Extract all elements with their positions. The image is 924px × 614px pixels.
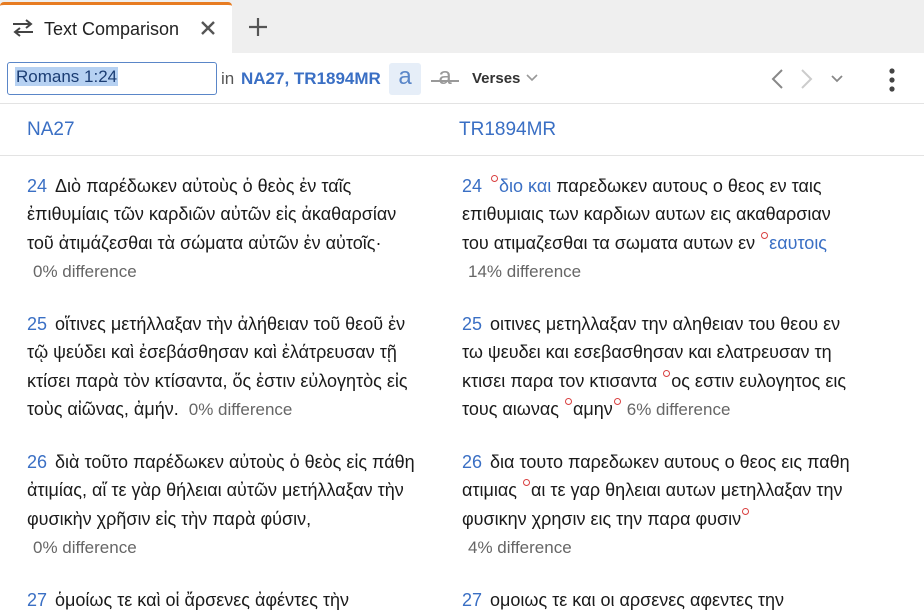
change-marker[interactable] (613, 397, 621, 405)
verse-text: φυσικὴν χρῆσιν εἰς τὴν παρὰ φύσιν, (27, 508, 312, 529)
verse-number[interactable]: 25 (462, 314, 482, 334)
verse-text: ὁμοίως τε καὶ οἱ ἄρσενες ἀφέντες τὴν (55, 590, 349, 610)
close-icon[interactable] (199, 19, 217, 37)
change-marker[interactable] (742, 507, 750, 515)
reference-value: Romans 1:24 (15, 67, 119, 86)
verse-text: ατιμιας (462, 480, 517, 501)
changed-text[interactable]: εαυτοις (769, 233, 827, 253)
change-marker[interactable] (564, 397, 572, 405)
verse-number[interactable]: 24 (27, 176, 47, 196)
reference-input[interactable]: Romans 1:24 (7, 62, 217, 95)
verse-text: τῷ ψεύδει καὶ ἐσεβάσθησαν καὶ ἐλάτρευσαν… (27, 342, 397, 363)
plus-icon[interactable] (247, 16, 269, 38)
verse-number[interactable]: 27 (462, 590, 482, 610)
difference-label: 14% difference (468, 261, 582, 281)
verse-text: παρεδωκεν αυτους ο θεος εν ταις (556, 176, 822, 196)
chevron-right-icon[interactable] (800, 68, 814, 90)
verse-text: διὰ τοῦτο παρέδωκεν αὐτοὺς ὁ θεὸς εἰς πά… (55, 452, 415, 472)
changed-text[interactable]: διο και (499, 176, 551, 196)
verses-dropdown[interactable]: Verses (472, 70, 520, 87)
chevron-left-icon[interactable] (770, 68, 784, 90)
verse-number[interactable]: 26 (462, 452, 482, 472)
right-verse-25: 25 οιτινες μετηλλαξαν την αληθειαν του θε… (462, 310, 846, 424)
right-verse-24: 24 διο και παρεδωκεν αυτους ο θεος εν ται… (462, 172, 831, 286)
tab-title: Text Comparison (44, 19, 180, 39)
right-verse-26: 26 δια τουτο παρεδωκεν αυτους ο θεος εις … (462, 448, 850, 562)
verse-text: οἵτινες μετήλλαξαν τὴν ἀλήθειαν τοῦ θεοῦ… (55, 314, 406, 334)
column-header-na27[interactable]: NA27 (27, 119, 75, 141)
verse-number[interactable]: 24 (462, 176, 482, 196)
verse-number[interactable]: 27 (27, 590, 47, 610)
verse-text: τοῦ ἀτιμάζεσθαι τὰ σώματα αὐτῶν ἐν αὐτοῖ… (27, 232, 382, 253)
left-verse-24: 24 Διὸ παρέδωκεν αὐτοὺς ὁ θεὸς ἐν ταῖς ἐπ… (27, 172, 396, 286)
strikethrough-toggle-button[interactable]: a (429, 63, 461, 95)
left-verse-25: 25 οἵτινες μετήλλαξαν τὴν ἀλήθειαν τοῦ θε… (27, 310, 408, 424)
difference-label: 0% difference (33, 261, 137, 281)
verse-text: αμην (572, 398, 613, 419)
verse-text: δια τουτο παρεδωκεν αυτους ο θεος εις πα… (490, 452, 850, 472)
change-marker[interactable] (663, 369, 671, 377)
column-header-tr1894mr[interactable]: TR1894MR (459, 119, 556, 141)
verse-number[interactable]: 25 (27, 314, 47, 334)
versions-selector[interactable]: NA27, TR1894MR (241, 69, 381, 89)
toolbar: Romans 1:24 in NA27, TR1894MR a a Verses (0, 53, 924, 104)
verse-text: ἐπιθυμίαις τῶν καρδιῶν αὐτῶν εἰς ἀκαθαρσ… (27, 204, 397, 225)
difference-label: 6% difference (626, 399, 731, 419)
difference-label: 4% difference (468, 537, 572, 557)
verse-text: οιτινες μετηλλαξαν την αληθειαν του θεου… (490, 314, 841, 334)
verse-text: κτίσει παρὰ τὸν κτίσαντα, ὅς ἐστιν εὐλογ… (27, 370, 408, 391)
change-marker[interactable] (491, 175, 499, 182)
verse-text: τω ψευδει και εσεβασθησαν και ελατρευσαν… (462, 342, 832, 363)
verse-text: αι τε γαρ θηλειαι αυτων μετηλλαξαν την (530, 480, 843, 501)
verse-text: φυσικην χρησιν εις την παρα φυσιν (462, 508, 742, 529)
in-label: in (221, 69, 235, 88)
verse-text: τοὺς αἰῶνας, ἀμήν. (27, 398, 179, 419)
verse-text: επιθυμιαις των καρδιων αυτων εις ακαθαρσ… (462, 204, 831, 225)
change-marker[interactable] (761, 231, 769, 239)
verse-text: κτισει παρα τον κτισαντα (462, 370, 658, 391)
more-vertical-icon[interactable] (882, 67, 902, 93)
chevron-down-icon[interactable] (830, 73, 844, 85)
change-marker[interactable] (522, 479, 530, 487)
swap-arrows-icon (13, 19, 33, 37)
verse-text: του ατιμαζεσθαι τα σωματα αυτων εν (462, 232, 756, 253)
column-header-row: NA27 TR1894MR (0, 104, 924, 156)
verse-text: Διὸ παρέδωκεν αὐτοὺς ὁ θεὸς ἐν ταῖς (55, 176, 352, 196)
tab-text-comparison[interactable]: Text Comparison (0, 2, 232, 53)
tab-bar: Text Comparison (0, 0, 924, 53)
verse-text: ἀτιμίας, αἵ τε γὰρ θήλειαι αὐτῶν μετήλλα… (27, 480, 404, 501)
verse-text: ος εστιν ευλογητος εις (671, 370, 847, 391)
right-verse-27: 27 ομοιως τε και οι αρσενες αφεντες την (462, 586, 784, 614)
verse-text: τους αιωνας (462, 398, 559, 419)
difference-label: 0% difference (188, 399, 293, 419)
left-verse-26: 26 διὰ τοῦτο παρέδωκεν αὐτοὺς ὁ θεὸς εἰς … (27, 448, 415, 562)
verse-text: ομοιως τε και οι αρσενες αφεντες την (490, 590, 784, 610)
difference-label: 0% difference (33, 537, 137, 557)
left-verse-27: 27 ὁμοίως τε καὶ οἱ ἄρσενες ἀφέντες τὴν (27, 586, 349, 614)
case-toggle-button[interactable]: a (389, 63, 421, 95)
chevron-down-icon[interactable] (526, 72, 538, 84)
verse-number[interactable]: 26 (27, 452, 47, 472)
